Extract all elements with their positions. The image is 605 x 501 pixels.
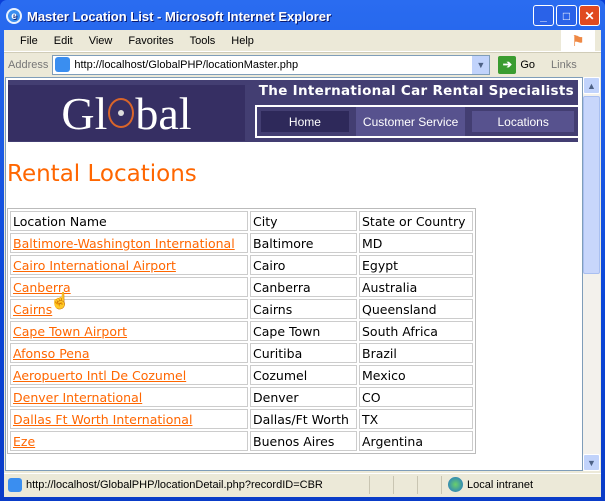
table-row: Cairo International Airport Cairo Egypt: [10, 255, 473, 275]
header-state: State or Country: [359, 211, 473, 231]
go-button[interactable]: ➔ Go: [498, 55, 536, 74]
minimize-button[interactable]: _: [533, 5, 554, 26]
menu-help[interactable]: Help: [223, 35, 262, 47]
table-row: Eze Buenos Aires Argentina: [10, 431, 473, 451]
go-label: Go: [520, 58, 536, 71]
location-link[interactable]: Denver International: [13, 390, 142, 405]
location-link[interactable]: Cairo International Airport: [13, 258, 176, 273]
location-name-cell: Eze: [10, 431, 248, 451]
atom-icon: [108, 98, 135, 128]
location-name-cell: Cairo International Airport: [10, 255, 248, 275]
page-title: Rental Locations: [7, 161, 197, 187]
location-link[interactable]: Aeropuerto Intl De Cozumel: [13, 368, 186, 383]
city-cell: Denver: [250, 387, 357, 407]
browser-window: e Master Location List - Microsoft Inter…: [0, 0, 605, 501]
location-name-cell: Denver International: [10, 387, 248, 407]
location-link[interactable]: Baltimore-Washington International: [13, 236, 235, 251]
page-icon: [55, 57, 71, 72]
state-cell: Egypt: [359, 255, 473, 275]
title-bar: e Master Location List - Microsoft Inter…: [6, 5, 331, 27]
site-banner: Gl bal The International Car Rental Speci…: [8, 80, 578, 142]
close-button[interactable]: ✕: [579, 5, 600, 26]
scroll-down-icon[interactable]: ▼: [583, 454, 600, 471]
city-cell: Cairns: [250, 299, 357, 319]
status-url: http://localhost/GlobalPHP/locationDetai…: [4, 477, 369, 492]
address-dropdown-icon[interactable]: ▼: [472, 55, 490, 74]
table-row: Baltimore-Washington International Baltim…: [10, 233, 473, 253]
status-bar: http://localhost/GlobalPHP/locationDetai…: [4, 473, 601, 495]
location-name-cell: Aeropuerto Intl De Cozumel: [10, 365, 248, 385]
nav-customer-service[interactable]: Customer Service: [355, 107, 466, 136]
address-bar: Address http://localhost/GlobalPHP/locat…: [4, 52, 601, 76]
menu-bar: File Edit View Favorites Tools Help ⚑: [4, 30, 601, 52]
links-button[interactable]: Links: [551, 59, 577, 71]
menu-file[interactable]: File: [12, 35, 46, 47]
city-cell: Dallas/Ft Worth: [250, 409, 357, 429]
location-link[interactable]: Afonso Pena: [13, 346, 90, 361]
state-cell: South Africa: [359, 321, 473, 341]
windows-logo-icon: ⚑: [561, 30, 595, 52]
nav-locations[interactable]: Locations: [468, 107, 578, 136]
table-row: Denver International Denver CO: [10, 387, 473, 407]
city-cell: Curitiba: [250, 343, 357, 363]
locations-table: Location Name City State or Country Balt…: [7, 208, 476, 454]
address-url: http://localhost/GlobalPHP/locationMaste…: [74, 58, 299, 71]
location-name-cell: Afonso Pena: [10, 343, 248, 363]
tagline: The International Car Rental Specialists: [258, 83, 574, 99]
globe-icon: [448, 477, 463, 492]
zone-indicator: Local intranet: [441, 475, 534, 494]
location-name-cell: Canberra: [10, 277, 248, 297]
header-location-name: Location Name: [10, 211, 248, 231]
header-city: City: [250, 211, 357, 231]
state-cell: TX: [359, 409, 473, 429]
vertical-scrollbar[interactable]: ▲ ▼: [583, 77, 600, 471]
scroll-thumb[interactable]: [583, 96, 600, 274]
menu-tools[interactable]: Tools: [182, 35, 224, 47]
state-cell: CO: [359, 387, 473, 407]
city-cell: Canberra: [250, 277, 357, 297]
table-row: Canberra Canberra Australia: [10, 277, 473, 297]
location-name-cell: Cape Town Airport: [10, 321, 248, 341]
ie-icon: e: [6, 8, 22, 24]
table-row: Cape Town Airport Cape Town South Africa: [10, 321, 473, 341]
state-cell: Argentina: [359, 431, 473, 451]
city-cell: Cairo: [250, 255, 357, 275]
hand-cursor-icon: ☝: [50, 293, 70, 310]
state-cell: Queensland: [359, 299, 473, 319]
location-name-cell: Dallas Ft Worth International: [10, 409, 248, 429]
state-cell: Mexico: [359, 365, 473, 385]
scroll-up-icon[interactable]: ▲: [583, 77, 600, 94]
city-cell: Buenos Aires: [250, 431, 357, 451]
zone-label: Local intranet: [467, 478, 534, 491]
city-cell: Cozumel: [250, 365, 357, 385]
location-link[interactable]: Eze: [13, 434, 35, 449]
location-link[interactable]: Cape Town Airport: [13, 324, 127, 339]
table-row: Dallas Ft Worth International Dallas/Ft W…: [10, 409, 473, 429]
address-label: Address: [8, 58, 49, 71]
state-cell: Australia: [359, 277, 473, 297]
maximize-button[interactable]: □: [556, 5, 577, 26]
location-link[interactable]: Cairns: [13, 302, 52, 317]
site-nav: Home Customer Service Locations: [255, 105, 578, 138]
page-content: Gl bal The International Car Rental Speci…: [5, 77, 583, 471]
table-row: Afonso Pena Curitiba Brazil: [10, 343, 473, 363]
global-logo: Gl bal: [8, 85, 245, 141]
location-name-cell: Cairns: [10, 299, 248, 319]
state-cell: Brazil: [359, 343, 473, 363]
table-header-row: Location Name City State or Country: [10, 211, 473, 231]
location-name-cell: Baltimore-Washington International: [10, 233, 248, 253]
state-cell: MD: [359, 233, 473, 253]
menu-favorites[interactable]: Favorites: [120, 35, 181, 47]
go-arrow-icon: ➔: [498, 55, 517, 74]
address-input[interactable]: http://localhost/GlobalPHP/locationMaste…: [52, 54, 491, 75]
location-link[interactable]: Dallas Ft Worth International: [13, 412, 192, 427]
window-title: Master Location List - Microsoft Interne…: [27, 8, 332, 24]
table-row: Cairns Cairns Queensland: [10, 299, 473, 319]
table-row: Aeropuerto Intl De Cozumel Cozumel Mexico: [10, 365, 473, 385]
city-cell: Baltimore: [250, 233, 357, 253]
city-cell: Cape Town: [250, 321, 357, 341]
menu-view[interactable]: View: [81, 35, 121, 47]
nav-home[interactable]: Home: [257, 107, 353, 136]
menu-edit[interactable]: Edit: [46, 35, 81, 47]
